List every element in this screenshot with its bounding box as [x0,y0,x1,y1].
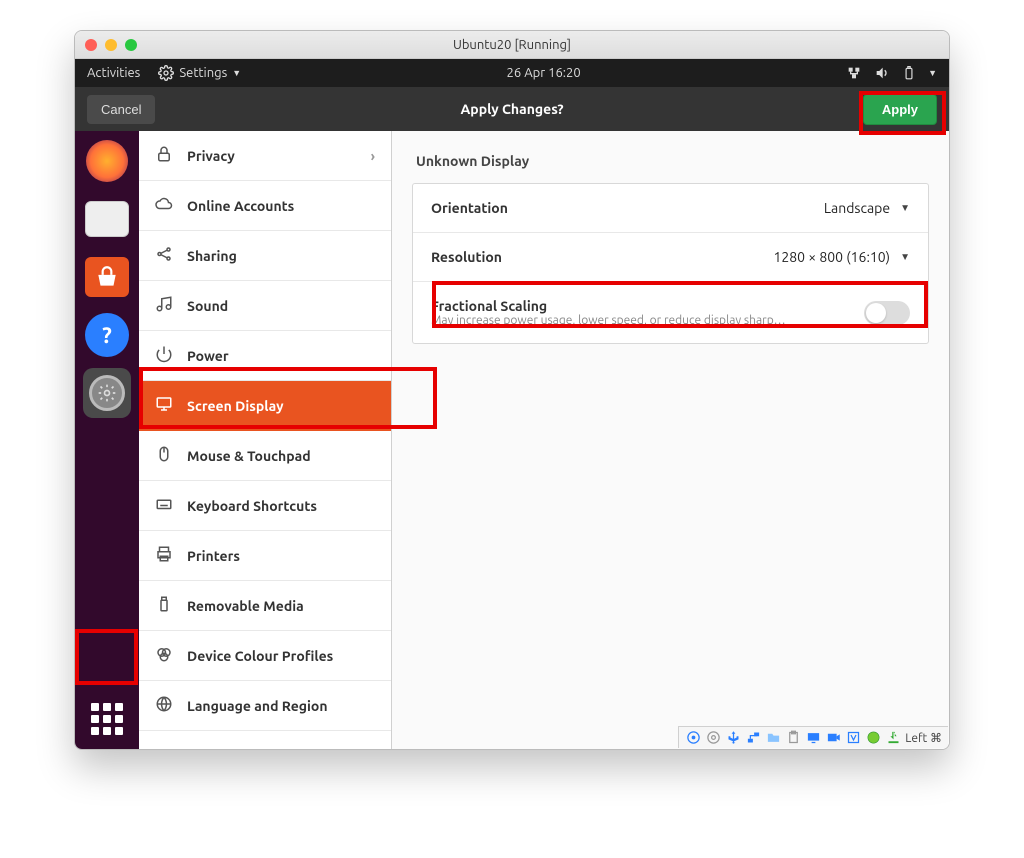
share-icon [155,245,173,266]
lock-icon [155,145,173,166]
show-applications-button[interactable] [83,695,131,743]
sidebar-item-label: Mouse & Touchpad [187,448,311,464]
sidebar-item-removable-media[interactable]: Removable Media [139,581,391,631]
clock[interactable]: 26 Apr 16:20 [507,66,581,80]
sidebar-item-label: Power [187,348,229,364]
color-icon [155,645,173,666]
fractional-scaling-label: Fractional Scaling [431,298,786,314]
clipboard-icon[interactable] [785,730,801,746]
sidebar-item-keyboard-shortcuts[interactable]: Keyboard Shortcuts [139,481,391,531]
settings-launcher[interactable] [83,369,131,417]
keyboard-icon [155,495,173,516]
hdd-icon[interactable] [685,730,701,746]
chevron-down-icon: ▼ [900,251,910,263]
network-icon [846,65,862,81]
help-launcher[interactable]: ? [83,311,131,359]
power-icon [155,345,173,366]
settings-content: Unknown Display Orientation Landscape ▼ … [392,131,949,749]
vm-statusbar: Left ⌘ [678,726,948,748]
sidebar-item-device-colour-profiles[interactable]: Device Colour Profiles [139,631,391,681]
sidebar-item-mouse-touchpad[interactable]: Mouse & Touchpad [139,431,391,481]
apps-grid-icon [91,703,123,735]
app-menu[interactable]: Settings ▼ [158,65,241,81]
activities-button[interactable]: Activities [87,66,140,80]
display-heading: Unknown Display [412,153,929,169]
volume-icon [874,65,890,81]
sidebar-item-language-and-region[interactable]: Language and Region [139,681,391,731]
download-icon[interactable] [885,730,901,746]
software-icon [85,257,129,297]
chevron-down-icon: ▼ [232,68,241,78]
sidebar-item-sound[interactable]: Sound [139,281,391,331]
battery-icon [902,65,916,81]
music-icon [155,295,173,316]
usb-icon[interactable] [725,730,741,746]
app-menu-label: Settings [179,66,227,80]
files-icon [85,201,129,237]
window-title: Ubuntu20 [Running] [75,38,949,52]
orientation-label: Orientation [431,200,508,216]
network-icon[interactable] [745,730,761,746]
sidebar-item-label: Removable Media [187,598,304,614]
display-icon [155,395,173,416]
shared-folder-icon[interactable] [765,730,781,746]
settings-sidebar[interactable]: Privacy › Online Accounts Sharing Sound Power… [139,131,392,749]
resolution-value: 1280 × 800 (16:10) [773,249,890,265]
sidebar-item-label: Printers [187,548,240,564]
sidebar-item-power[interactable]: Power [139,331,391,381]
globe-icon [155,695,173,716]
chevron-down-icon: ▼ [928,68,937,78]
host-key-indicator: Left ⌘ [905,731,942,745]
mac-titlebar: Ubuntu20 [Running] [75,31,949,59]
apply-title: Apply Changes? [75,101,949,117]
chevron-down-icon: ▼ [900,202,910,214]
sidebar-item-label: Keyboard Shortcuts [187,498,317,514]
cloud-icon [155,195,173,216]
sidebar-item-label: Device Colour Profiles [187,648,333,664]
sidebar-item-online-accounts[interactable]: Online Accounts [139,181,391,231]
sidebar-item-screen-display[interactable]: Screen Display [139,381,391,431]
optical-icon[interactable] [705,730,721,746]
files-launcher[interactable] [83,195,131,243]
display-icon[interactable] [805,730,821,746]
display-settings-panel: Orientation Landscape ▼ Resolution 1280 … [412,183,929,344]
vboxguest-icon[interactable] [845,730,861,746]
system-tray[interactable]: ▼ [846,65,937,81]
orientation-row[interactable]: Orientation Landscape ▼ [413,184,928,233]
globe-icon[interactable] [865,730,881,746]
firefox-launcher[interactable] [83,137,131,185]
sidebar-item-sharing[interactable]: Sharing [139,231,391,281]
usb-icon [155,595,173,616]
software-launcher[interactable] [83,253,131,301]
ubuntu-dock: ? [75,131,139,749]
sidebar-item-label: Sound [187,298,228,314]
firefox-icon [86,140,128,182]
recording-icon[interactable] [825,730,841,746]
gear-icon [158,65,174,81]
sidebar-item-label: Screen Display [187,398,284,414]
mouse-icon [155,445,173,466]
fractional-scaling-row[interactable]: Fractional Scaling May increase power us… [413,282,928,343]
sidebar-item-printers[interactable]: Printers [139,531,391,581]
chevron-right-icon: › [371,148,375,164]
sidebar-item-privacy[interactable]: Privacy › [139,131,391,181]
sidebar-item-label: Online Accounts [187,198,294,214]
sidebar-item-label: Language and Region [187,698,328,714]
apply-changes-bar: Cancel Apply Changes? Apply [75,87,949,131]
fractional-scaling-description: May increase power usage, lower speed, o… [431,314,786,327]
gnome-topbar: Activities Settings ▼ 26 Apr 16:20 ▼ [75,59,949,87]
orientation-value: Landscape [824,200,890,216]
gear-icon [89,375,125,411]
fractional-scaling-switch[interactable] [864,301,910,325]
sidebar-item-label: Sharing [187,248,237,264]
printer-icon [155,545,173,566]
sidebar-item-label: Privacy [187,148,235,164]
resolution-label: Resolution [431,249,502,265]
help-icon: ? [85,313,129,357]
resolution-row[interactable]: Resolution 1280 × 800 (16:10) ▼ [413,233,928,282]
